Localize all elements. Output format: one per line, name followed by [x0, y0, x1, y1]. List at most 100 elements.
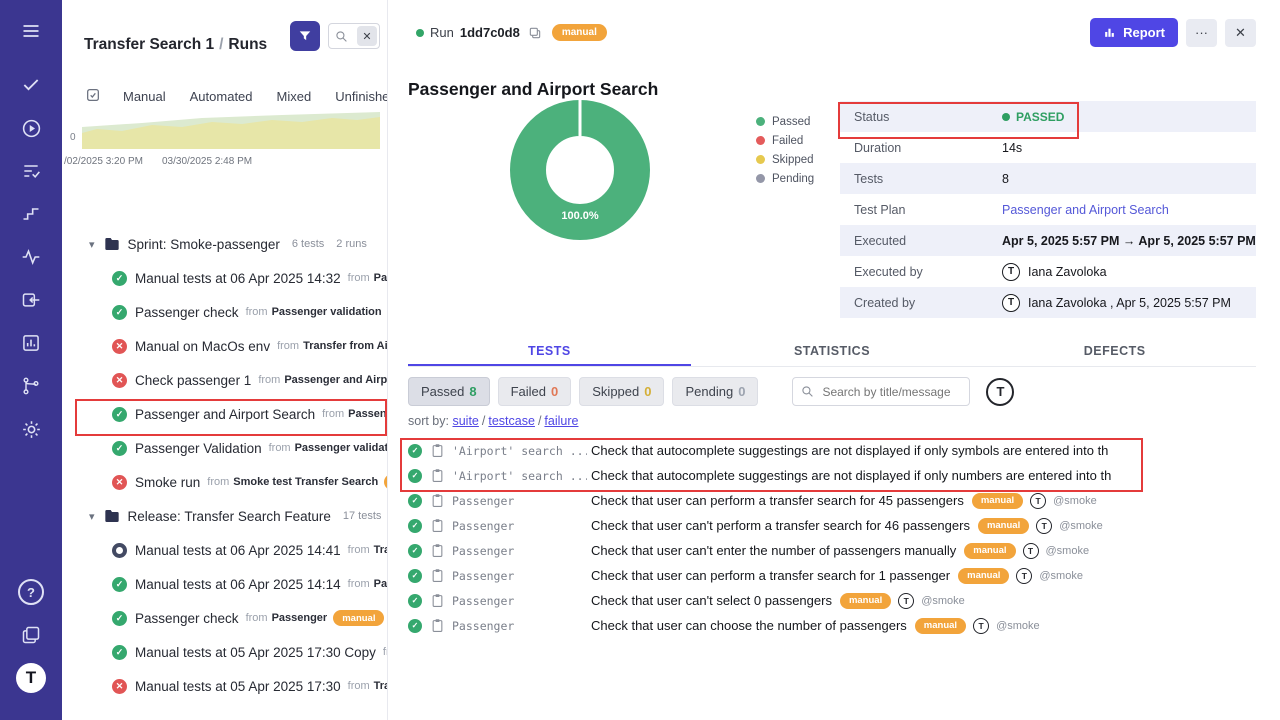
- help-icon[interactable]: ?: [14, 575, 48, 609]
- breadcrumb-section[interactable]: Runs: [228, 36, 267, 53]
- filter-failed-button[interactable]: Failed0: [498, 377, 572, 406]
- tree-run-item[interactable]: ✕ Check passenger 1 from Passenger and A…: [62, 363, 387, 397]
- close-run-button[interactable]: ✕: [1225, 19, 1256, 47]
- sidebar-search-box[interactable]: ✕: [328, 23, 380, 49]
- branches-icon[interactable]: [14, 369, 48, 403]
- app-logo[interactable]: T: [14, 661, 48, 695]
- sidebar-filter-button[interactable]: [290, 21, 320, 51]
- menu-icon[interactable]: [14, 14, 48, 48]
- run-detail-tabs: TESTS STATISTICS DEFECTS: [408, 338, 1256, 367]
- tree-folder-release[interactable]: ▾ Release: Transfer Search Feature 17 te…: [62, 499, 387, 533]
- in-progress-icon: [112, 543, 127, 558]
- runs-sidebar: Transfer Search 1/Runs ✕ Manual Automate…: [62, 0, 388, 720]
- info-label: Executed: [854, 234, 1002, 248]
- settings-gear-icon[interactable]: [14, 412, 48, 446]
- pulse-icon[interactable]: [14, 240, 48, 274]
- checks-icon[interactable]: [14, 68, 48, 102]
- user-cell: TIana Zavoloka , Apr 5, 2025 5:57 PM: [1002, 294, 1231, 312]
- test-title[interactable]: Check that autocomplete suggestings are …: [591, 468, 1111, 483]
- run-source: Passenger and Airport Searc: [284, 374, 387, 386]
- test-title[interactable]: Check that user can choose the number of…: [591, 618, 907, 633]
- test-plan-link[interactable]: Passenger and Airport Search: [1002, 203, 1169, 217]
- more-actions-button[interactable]: ···: [1186, 19, 1217, 47]
- run-label: Smoke run: [135, 475, 200, 490]
- copy-icon[interactable]: [528, 26, 542, 40]
- tree-run-item[interactable]: ✕ Manual on MacOs env from Transfer from…: [62, 329, 387, 363]
- test-row[interactable]: ✓ Passenger Check that user can't perfor…: [388, 513, 1280, 538]
- tab-statistics[interactable]: STATISTICS: [691, 338, 974, 366]
- runs-play-icon[interactable]: [14, 111, 48, 145]
- tab-defects[interactable]: DEFECTS: [973, 338, 1256, 366]
- testcase-icon: [431, 518, 444, 533]
- tree-folder-sprint[interactable]: ▾ Sprint: Smoke-passenger 6 tests 2 runs: [62, 227, 387, 261]
- passed-icon: ✓: [112, 441, 127, 456]
- passed-dot: [756, 117, 765, 126]
- test-row[interactable]: ✓ Passenger Check that user can't select…: [388, 588, 1280, 613]
- test-row[interactable]: ✓ Passenger Check that user can perform …: [388, 563, 1280, 588]
- filter-skipped-button[interactable]: Skipped0: [579, 377, 664, 406]
- import-icon[interactable]: [14, 283, 48, 317]
- tree-run-item[interactable]: ✕ Smoke run from Smoke test Transfer Sea…: [62, 465, 387, 499]
- test-title[interactable]: Check that user can perform a transfer s…: [591, 493, 964, 508]
- passed-icon: ✓: [408, 619, 422, 633]
- tree-run-item[interactable]: ✓ Passenger check from Passenger validat…: [62, 295, 387, 329]
- run-label: Passenger check: [135, 611, 239, 626]
- filter-count: 0: [644, 384, 651, 399]
- chart-x-label-1: /02/2025 3:20 PM: [64, 156, 143, 167]
- tree-run-item[interactable]: ✓ Manual tests at 06 Apr 2025 14:14 from…: [62, 567, 387, 601]
- tests-search-input[interactable]: [820, 384, 961, 400]
- test-suite: Passenger: [452, 494, 587, 508]
- test-title[interactable]: Check that user can perform a transfer s…: [591, 568, 950, 583]
- from-label: from: [383, 646, 387, 658]
- tab-tests[interactable]: TESTS: [408, 338, 691, 366]
- run-label: Manual tests at 06 Apr 2025 14:14: [135, 577, 341, 592]
- chevron-down-icon[interactable]: ▾: [89, 510, 95, 523]
- passed-icon: ✓: [408, 569, 422, 583]
- run-detail-panel: Run 1dd7c0d8 manual Report ··· ✕ Passeng…: [388, 0, 1280, 720]
- status-badge: PASSED: [1016, 110, 1064, 124]
- tree-run-item[interactable]: ✓ Passenger check from Passenger manual …: [62, 601, 387, 635]
- test-plans-icon[interactable]: [14, 154, 48, 188]
- filter-pending-button[interactable]: Pending0: [672, 377, 758, 406]
- test-title[interactable]: Check that user can't select 0 passenger…: [591, 593, 832, 608]
- reports-icon[interactable]: [14, 326, 48, 360]
- sort-by-failure-link[interactable]: failure: [544, 414, 578, 428]
- tree-run-item-selected[interactable]: ✓ Passenger and Airport Search from Pass…: [62, 397, 387, 431]
- tests-search-box[interactable]: [792, 377, 970, 406]
- chevron-down-icon[interactable]: ▾: [89, 238, 95, 251]
- tree-run-item[interactable]: ✓ Manual tests at 06 Apr 2025 14:32 from…: [62, 261, 387, 295]
- test-row[interactable]: ✓ Passenger Check that user can perform …: [388, 488, 1280, 513]
- info-row-duration: Duration 14s: [840, 132, 1256, 163]
- from-label: from: [277, 340, 299, 352]
- folder-icon: [104, 509, 120, 523]
- run-label: Passenger Validation: [135, 441, 262, 456]
- projects-icon[interactable]: [14, 618, 48, 652]
- test-title[interactable]: Check that autocomplete suggestings are …: [591, 443, 1108, 458]
- steps-icon[interactable]: [14, 197, 48, 231]
- passed-icon: ✓: [112, 577, 127, 592]
- tree-run-item[interactable]: ✓ Manual tests at 05 Apr 2025 17:30 Copy…: [62, 635, 387, 669]
- breadcrumb-project[interactable]: Transfer Search 1: [84, 36, 214, 53]
- manual-badge: manual: [840, 593, 891, 609]
- close-search-button[interactable]: ✕: [357, 26, 377, 46]
- sort-by-testcase-link[interactable]: testcase: [488, 414, 535, 428]
- tree-run-item[interactable]: ✕ Manual tests at 05 Apr 2025 17:30 from…: [62, 669, 387, 703]
- testcase-icon: [431, 468, 444, 483]
- tree-run-item[interactable]: Manual tests at 06 Apr 2025 14:41 from T…: [62, 533, 387, 567]
- test-row[interactable]: ✓ 'Airport' search ... Check that autoco…: [388, 438, 1280, 463]
- test-row[interactable]: ✓ Passenger Check that user can choose t…: [388, 613, 1280, 638]
- legend-item-passed: Passed: [756, 112, 814, 131]
- filter-passed-button[interactable]: Passed8: [408, 377, 490, 406]
- tree-run-item[interactable]: ✓ Passenger Validation from Passenger va…: [62, 431, 387, 465]
- report-button[interactable]: Report: [1090, 18, 1178, 47]
- sort-by-suite-link[interactable]: suite: [452, 414, 478, 428]
- results-donut-chart: 100.0%: [508, 98, 652, 242]
- run-source: Transfer from Aiport: [303, 340, 387, 352]
- test-title[interactable]: Check that user can't enter the number o…: [591, 543, 956, 558]
- test-row[interactable]: ✓ 'Airport' search ... Check that autoco…: [388, 463, 1280, 488]
- test-title[interactable]: Check that user can't perform a transfer…: [591, 518, 970, 533]
- report-chart-icon: [1103, 26, 1116, 39]
- test-row[interactable]: ✓ Passenger Check that user can't enter …: [388, 538, 1280, 563]
- search-icon: [801, 385, 814, 398]
- testomat-tag-filter-button[interactable]: T: [986, 378, 1014, 406]
